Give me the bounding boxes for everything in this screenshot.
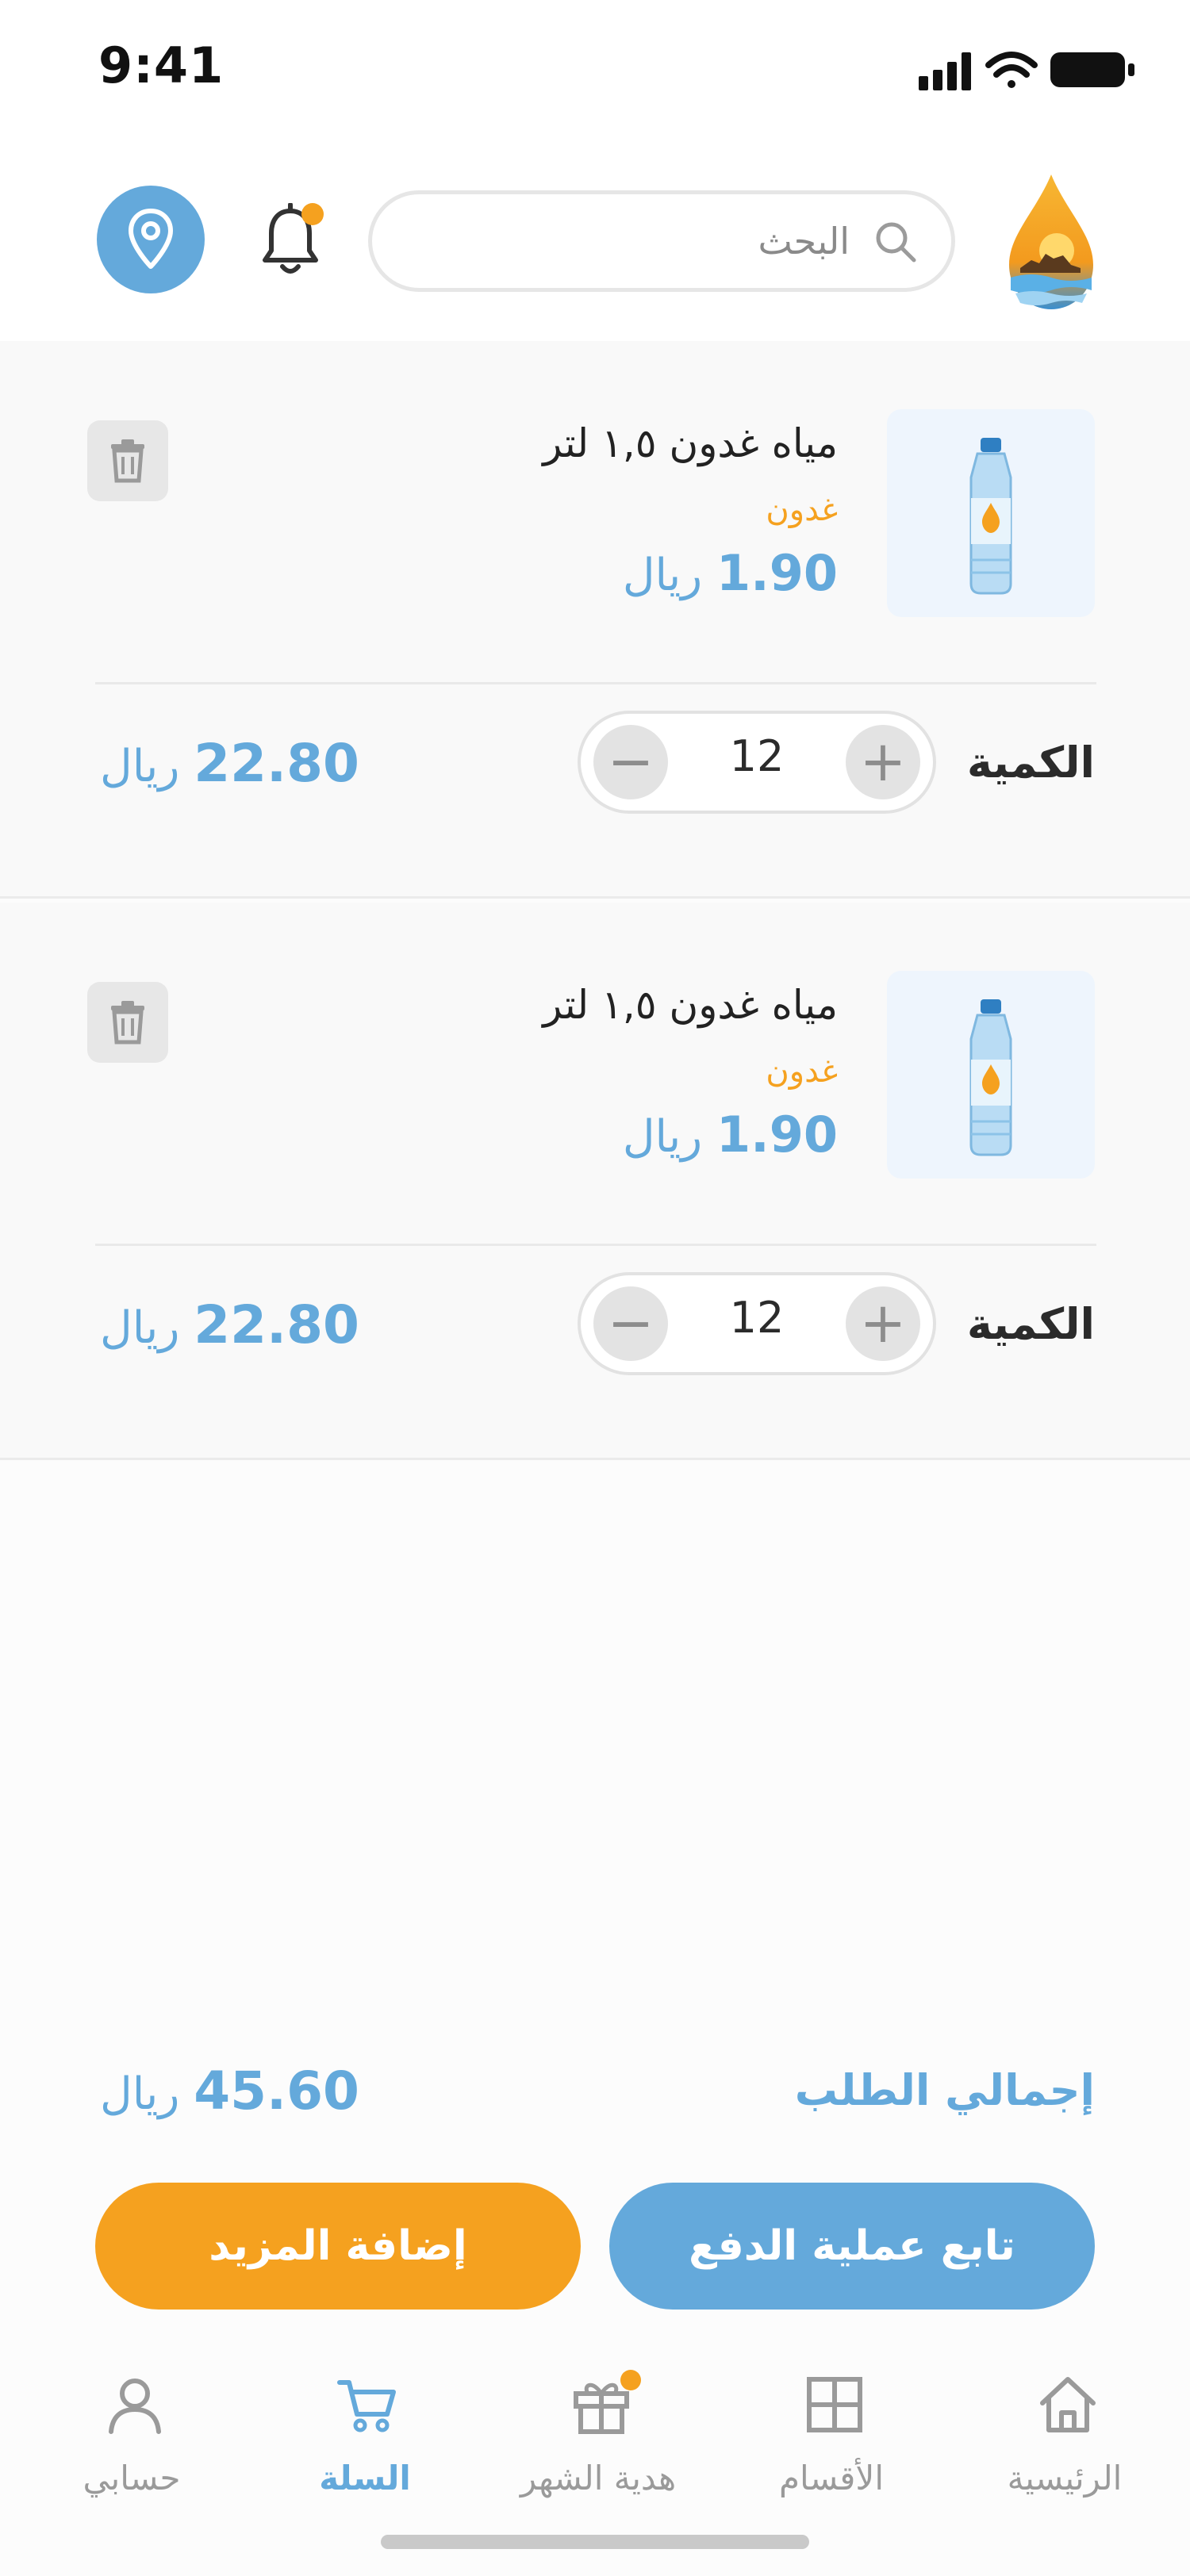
- decrease-quantity-button[interactable]: −: [593, 725, 668, 799]
- currency-label: ريال: [622, 550, 703, 601]
- notification-badge: [301, 203, 324, 225]
- currency-label: ريال: [100, 741, 180, 792]
- quantity-stepper: − 12 +: [578, 1272, 936, 1375]
- search-icon: [876, 222, 916, 263]
- product-name: مياه غدون ١,٥ لتر: [543, 420, 838, 466]
- nav-item-account[interactable]: حسابي: [21, 2365, 243, 2508]
- nav-item-gift[interactable]: هدية الشهر: [487, 2365, 709, 2508]
- item-divider: [95, 682, 1096, 684]
- delete-item-button[interactable]: [87, 982, 168, 1063]
- product-unit-price: 1.90 ريال: [623, 544, 838, 602]
- order-total: 45.60 ريال: [100, 2060, 359, 2122]
- add-more-button[interactable]: إضافة المزيد: [95, 2183, 581, 2310]
- nav-label: حسابي: [83, 2459, 181, 2497]
- decrease-quantity-button[interactable]: −: [593, 1286, 668, 1361]
- grid-icon: [807, 2377, 862, 2432]
- cart-item: مياه غدون ١,٥ لتر غدون 1.90 ريال الكمية …: [0, 341, 1190, 899]
- trash-icon: [111, 1001, 144, 1045]
- line-total: 22.80 ريال: [100, 733, 359, 794]
- line-total-value: 22.80: [194, 1294, 359, 1355]
- line-total-value: 22.80: [194, 733, 359, 794]
- water-bottle-icon: [969, 438, 1012, 595]
- product-unit-price: 1.90 ريال: [623, 1106, 838, 1163]
- wifi-icon: [985, 52, 1038, 88]
- line-total: 22.80 ريال: [100, 1294, 359, 1355]
- app-header: البحث: [0, 135, 1190, 341]
- search-placeholder: البحث: [758, 220, 850, 263]
- quantity-value: 12: [729, 1293, 785, 1343]
- quantity-label: الكمية: [966, 738, 1095, 788]
- quantity-stepper: − 12 +: [578, 711, 936, 814]
- location-button[interactable]: [97, 186, 205, 293]
- cart-item: مياه غدون ١,٥ لتر غدون 1.90 ريال الكمية …: [0, 903, 1190, 1460]
- product-name: مياه غدون ١,٥ لتر: [543, 982, 838, 1028]
- quantity-value: 12: [729, 731, 785, 781]
- order-total-label: إجمالي الطلب: [794, 2065, 1095, 2115]
- user-icon: [109, 2379, 161, 2434]
- nav-item-categories[interactable]: الأقسام: [720, 2365, 942, 2508]
- currency-label: ريال: [100, 2068, 180, 2120]
- quantity-label: الكمية: [966, 1299, 1095, 1349]
- battery-icon: [1050, 52, 1134, 87]
- increase-quantity-button[interactable]: +: [846, 725, 920, 799]
- unit-price-value: 1.90: [716, 1106, 838, 1163]
- order-total-value: 45.60: [194, 2060, 359, 2122]
- checkout-button[interactable]: تابع عملية الدفع: [609, 2183, 1095, 2310]
- status-bar: 9:41: [0, 0, 1190, 135]
- search-input[interactable]: البحث: [368, 190, 955, 292]
- product-brand: غدون: [766, 1053, 838, 1090]
- delete-item-button[interactable]: [87, 420, 168, 501]
- nav-item-cart[interactable]: السلة: [254, 2365, 476, 2508]
- brand-logo-icon: [1009, 174, 1093, 309]
- nav-label: السلة: [319, 2459, 411, 2497]
- product-image[interactable]: [887, 971, 1095, 1179]
- nav-label: الأقسام: [779, 2459, 884, 2497]
- cart-icon: [337, 2380, 396, 2432]
- water-bottle-icon: [969, 999, 1012, 1156]
- product-brand: غدون: [766, 492, 838, 528]
- signal-icon: [919, 52, 971, 90]
- currency-label: ريال: [100, 1302, 180, 1354]
- gift-badge: [620, 2370, 641, 2390]
- nav-label: الرئيسية: [1007, 2459, 1123, 2497]
- product-image[interactable]: [887, 409, 1095, 617]
- increase-quantity-button[interactable]: +: [846, 1286, 920, 1361]
- location-pin-icon: [129, 209, 173, 269]
- currency-label: ريال: [622, 1111, 703, 1163]
- trash-icon: [111, 439, 144, 483]
- home-indicator: [381, 2535, 809, 2549]
- item-divider: [95, 1244, 1096, 1246]
- status-icons: [919, 52, 1134, 90]
- nav-item-home[interactable]: الرئيسية: [954, 2365, 1176, 2508]
- unit-price-value: 1.90: [716, 544, 838, 602]
- status-time: 9:41: [98, 36, 225, 94]
- nav-label: هدية الشهر: [520, 2459, 677, 2497]
- home-icon: [1040, 2377, 1096, 2432]
